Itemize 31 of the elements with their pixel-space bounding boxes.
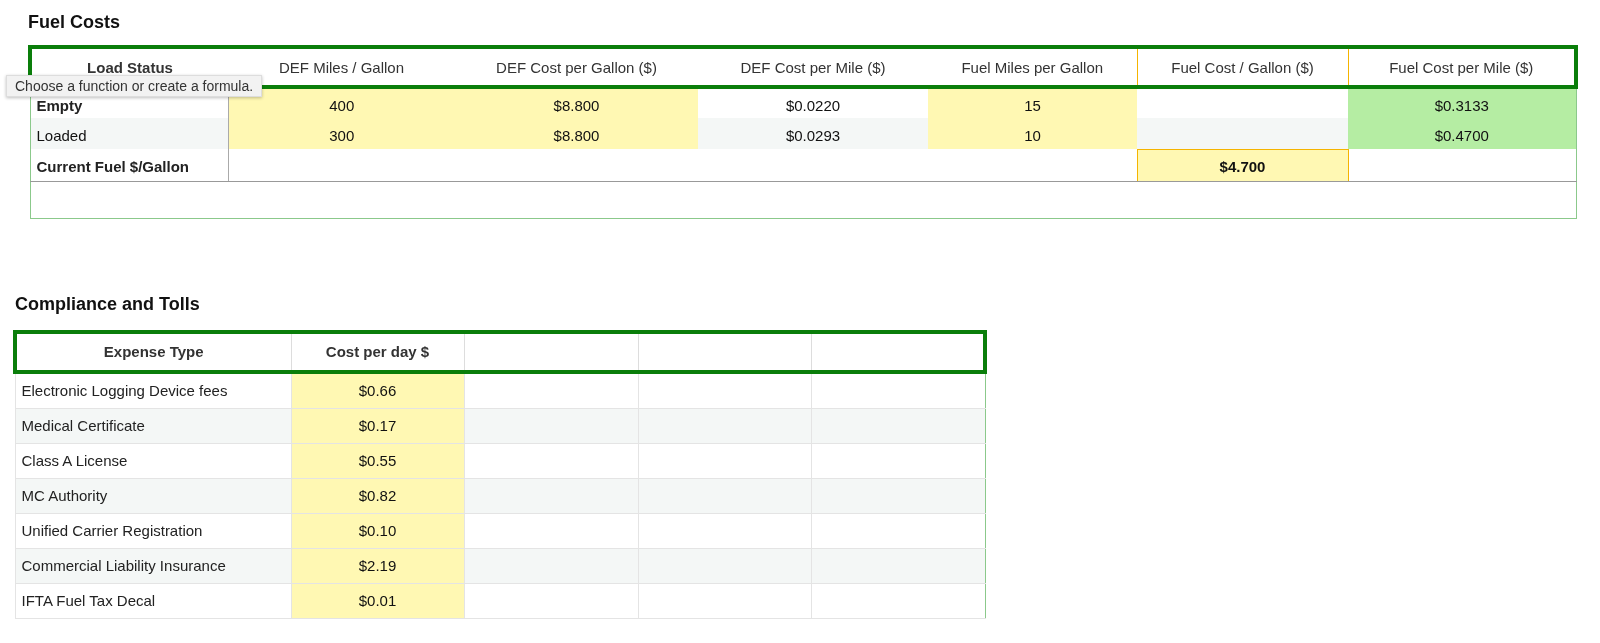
table-cell: $0.82 <box>291 478 464 513</box>
table-cell: $0.17 <box>291 408 464 443</box>
table-cell: $8.800 <box>455 118 698 149</box>
table-cell: $0.55 <box>291 443 464 478</box>
table-cell: 300 <box>228 118 455 149</box>
table-cell: $0.3133 <box>1348 87 1576 118</box>
column-header[interactable]: Expense Type <box>15 331 291 372</box>
table-cell: 10 <box>928 118 1137 149</box>
column-header[interactable]: Fuel Cost / Gallon ($) <box>1137 47 1348 87</box>
table-cell: $0.0220 <box>698 87 928 118</box>
section-title: Fuel Costs <box>27 11 121 34</box>
table-cell: $8.800 <box>455 87 698 118</box>
table-cell: $2.19 <box>291 548 464 583</box>
row-label: Commercial Liability Insurance <box>15 548 291 583</box>
row-label: Class A License <box>15 443 291 478</box>
table-cell: $4.700 <box>1137 149 1348 181</box>
row-label: Unified Carrier Registration <box>15 513 291 548</box>
column-header[interactable]: Fuel Cost per Mile ($) <box>1348 47 1576 87</box>
row-label: Current Fuel $/Gallon <box>30 149 228 181</box>
table-cell: $0.4700 <box>1348 118 1576 149</box>
row-label: MC Authority <box>15 478 291 513</box>
row-label: Loaded <box>30 118 228 149</box>
table-cell: $0.0293 <box>698 118 928 149</box>
table-cell: $0.10 <box>291 513 464 548</box>
row-label: Medical Certificate <box>15 408 291 443</box>
table-cell: 15 <box>928 87 1137 118</box>
column-header[interactable]: DEF Cost per Mile ($) <box>698 47 928 87</box>
table-cell: $0.01 <box>291 583 464 618</box>
section-title: Compliance and Tolls <box>14 293 201 316</box>
row-label: Electronic Logging Device fees <box>15 371 291 408</box>
row-label: IFTA Fuel Tax Decal <box>15 583 291 618</box>
